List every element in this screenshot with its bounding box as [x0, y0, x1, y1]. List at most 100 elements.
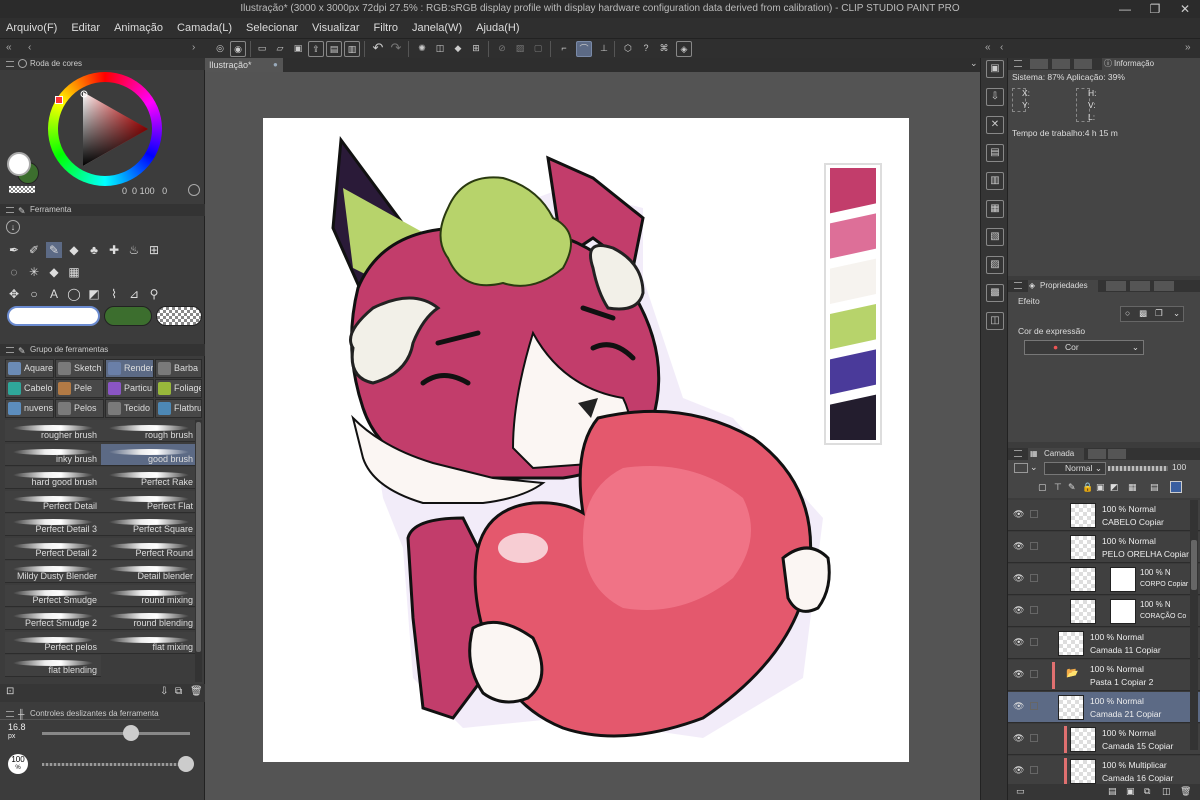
brush-item[interactable]: Perfect Smudge [5, 584, 101, 607]
export-jpg-icon[interactable]: ▥ [344, 41, 360, 57]
help-icon[interactable]: ? [638, 41, 654, 57]
text-icon[interactable]: A [46, 286, 62, 302]
brush-item[interactable]: Perfect Detail [5, 490, 101, 513]
layer-row[interactable]: 👁 100 % N CORPO Copiar [1008, 564, 1200, 595]
group-flatbru[interactable]: Flatbru [155, 399, 202, 418]
clear-icon[interactable]: ◫ [432, 41, 448, 57]
properties-tab-3[interactable] [1130, 281, 1150, 291]
panel-c-icon[interactable]: ▦ [986, 200, 1004, 218]
layer-lock-box[interactable] [1030, 702, 1038, 710]
layer-row[interactable]: 👁 100 % Normal PELO ORELHA Copiar [1008, 532, 1200, 563]
snap-grid-icon[interactable]: ⊥ [596, 41, 612, 57]
effect-tone-icon[interactable]: ▩ [1139, 308, 1147, 319]
layer-lock-box[interactable] [1030, 766, 1038, 774]
export-png-icon[interactable]: ▤ [326, 41, 342, 57]
brush-item[interactable]: Perfect Round [101, 537, 197, 560]
blend-dropdown-icon[interactable]: ⌄ [1030, 462, 1038, 473]
new-file-icon[interactable]: ▭ [254, 41, 270, 57]
effect-dropdown-icon[interactable]: ⌄ [1173, 308, 1180, 319]
opacity-slider[interactable] [42, 756, 194, 772]
menu-visualizar[interactable]: Visualizar [312, 22, 360, 34]
grid-tool-icon[interactable]: ⊞ [146, 242, 162, 258]
transparent-swatch[interactable] [9, 186, 35, 193]
panel-f-icon[interactable]: ▩ [986, 284, 1004, 302]
lock-transparency-icon[interactable]: ▣ [1096, 482, 1105, 493]
brush-item[interactable]: inky brush [5, 443, 101, 466]
info-tab-3[interactable] [1074, 59, 1092, 69]
opacity-slider-knob[interactable] [178, 756, 194, 772]
loading-icon[interactable]: ✺ [414, 41, 430, 57]
ruler-icon[interactable]: ⊿ [126, 286, 142, 302]
layer-color-icon[interactable] [1014, 463, 1028, 473]
navigator-icon[interactable]: ▣ [986, 60, 1004, 78]
pencil-icon[interactable]: ✐ [26, 242, 42, 258]
layer-lock-box[interactable] [1030, 638, 1038, 646]
group-cabelo[interactable]: Cabelo [5, 379, 54, 398]
maximize-button[interactable]: ❐ [1140, 0, 1170, 18]
figure-icon[interactable]: ○ [26, 286, 42, 302]
layer-lock-box[interactable] [1030, 734, 1038, 742]
panel-d-icon[interactable]: ▧ [986, 228, 1004, 246]
blend-mode-select[interactable]: Normal ⌄ [1044, 462, 1106, 475]
balloon-icon[interactable]: ◯ [66, 286, 82, 302]
collapse-far-right-icon[interactable]: » [1185, 42, 1191, 53]
panel-g-icon[interactable]: ◫ [986, 312, 1004, 330]
magic-wand-icon[interactable]: ✳ [26, 264, 42, 280]
group-barba[interactable]: Barba [155, 359, 202, 378]
main-color-swatch[interactable] [7, 152, 31, 176]
group-pelos[interactable]: Pelos [55, 399, 104, 418]
layer-color-swatch[interactable] [1170, 481, 1182, 493]
brush-item[interactable]: Perfect Smudge 2 [5, 608, 101, 630]
new-vector-icon[interactable]: ▤ [1108, 786, 1117, 797]
eraser-icon[interactable]: ◆ [66, 242, 82, 258]
pen-icon[interactable]: ✒ [6, 242, 22, 258]
correct-line-icon[interactable]: ⌇ [106, 286, 122, 302]
brush-item[interactable]: Mildy Dusty Blender [5, 561, 101, 583]
settings-3d-icon[interactable]: ⬡ [620, 41, 636, 57]
color-wheel[interactable] [48, 72, 162, 186]
eye-icon[interactable]: 👁 [1013, 542, 1025, 551]
folder-icon[interactable]: 📂 [1066, 668, 1078, 679]
properties-tab-2[interactable] [1106, 281, 1126, 291]
group-aquarela[interactable]: Aquarela [5, 359, 54, 378]
effect-border-icon[interactable]: ○ [1125, 308, 1130, 318]
brush-item[interactable]: round mixing [101, 584, 197, 607]
export-icon[interactable]: ⇪ [308, 41, 324, 57]
brush-tool-icon[interactable]: ✎ [46, 242, 62, 258]
info-tab-active[interactable]: ⓘ Informação [1102, 58, 1200, 70]
sub-tool-settings-icon[interactable]: ⊡ [6, 686, 14, 697]
frame-icon[interactable]: ◩ [86, 286, 102, 302]
save-icon[interactable]: ▣ [290, 41, 306, 57]
brush-item[interactable]: Perfect Flat [101, 490, 197, 513]
eye-icon[interactable]: 👁 [1013, 670, 1025, 679]
panel-b-icon[interactable]: ▥ [986, 172, 1004, 190]
layer-scrollbar[interactable] [1190, 500, 1198, 750]
brush-item[interactable]: hard good brush [5, 467, 101, 489]
layer-row[interactable]: 👁 100 % N CORAÇÃO Co [1008, 596, 1200, 627]
fill-icon[interactable]: ◆ [450, 41, 466, 57]
open-file-icon[interactable]: ▱ [272, 41, 288, 57]
mask-layer-icon[interactable]: ◫ [1162, 786, 1171, 797]
layer-opacity-slider[interactable] [1108, 466, 1168, 471]
layer-lock-box[interactable] [1030, 574, 1038, 582]
brush-item[interactable]: good brush [101, 443, 197, 466]
eye-icon[interactable]: 👁 [1013, 510, 1025, 519]
close-button[interactable]: ✕ [1170, 0, 1200, 18]
layer-row[interactable]: 👁 100 % Normal Camada 15 Copiar [1008, 724, 1200, 755]
size-slider-knob[interactable] [122, 725, 139, 741]
close-panel-icon[interactable]: ✕ [986, 116, 1004, 134]
expression-color-select[interactable]: ● Cor ⌄ [1024, 340, 1144, 355]
merge-down-icon[interactable]: ⧉ [1144, 786, 1150, 797]
effect-layer-icon[interactable]: ❐ [1155, 308, 1163, 319]
arrow-right-icon[interactable]: › [192, 42, 195, 53]
layer-tab-2[interactable] [1088, 449, 1106, 459]
group-render[interactable]: Render [105, 359, 154, 378]
duplicate-icon[interactable]: ⧉ [175, 686, 182, 697]
layer-tab-3[interactable] [1108, 449, 1126, 459]
collapse-left-icon[interactable]: « [6, 42, 12, 53]
transform-icon[interactable]: ⊞ [468, 41, 484, 57]
layer-tab[interactable]: ▦ Camada [1028, 448, 1084, 460]
new-folder-icon[interactable]: ▣ [1126, 786, 1135, 797]
group-particu[interactable]: Particu [105, 379, 154, 398]
layer-lock-box[interactable] [1030, 510, 1038, 518]
